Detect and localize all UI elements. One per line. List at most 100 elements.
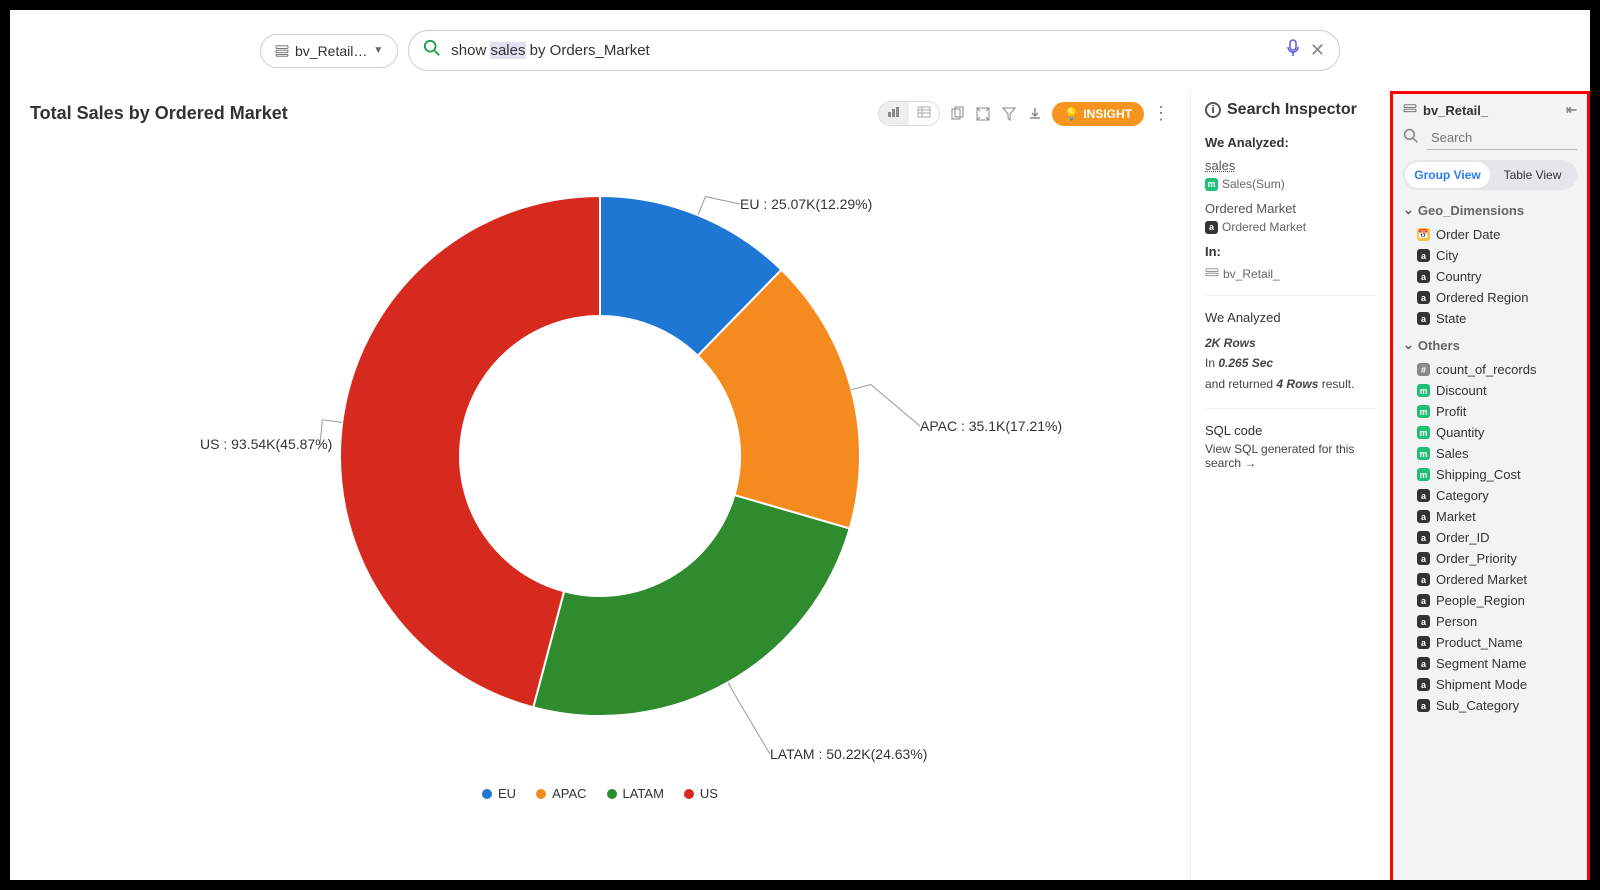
sql-code-label: SQL code [1205, 423, 1376, 438]
field-panel: bv_Retail_ ⇤ Group View Table View ⌄Geo_… [1390, 91, 1590, 880]
field-item[interactable]: aShipment Mode [1403, 674, 1577, 695]
donut-chart[interactable]: EU : 25.07K(12.29%)APAC : 35.1K(17.21%)L… [240, 136, 960, 776]
panel-search-input[interactable] [1427, 126, 1577, 150]
expand-icon[interactable] [974, 105, 992, 123]
field-item[interactable]: mSales [1403, 443, 1577, 464]
field-item[interactable]: a Sub_Category [1403, 695, 1577, 716]
search-bar[interactable]: show sales by Orders_Market ✕ [408, 30, 1340, 71]
field-name: Quantity [1436, 425, 1484, 440]
we-analyzed-label: We Analyzed: [1205, 135, 1376, 150]
group-header[interactable]: ⌄Others [1403, 337, 1577, 353]
legend-item-apac[interactable]: APAC [536, 786, 586, 801]
search-query: show sales by Orders_Market [451, 42, 1276, 59]
table-view-tab[interactable]: Table View [1490, 162, 1575, 188]
field-item[interactable]: aPeople_Region [1403, 590, 1577, 611]
bulb-icon: 💡 [1064, 107, 1079, 121]
chevron-down-icon: ⌄ [1403, 337, 1414, 353]
group-view-tab[interactable]: Group View [1405, 162, 1490, 188]
field-type-icon: # [1417, 363, 1430, 376]
field-item[interactable]: mDiscount [1403, 380, 1577, 401]
field-name: Person [1436, 614, 1477, 629]
database-icon [1403, 104, 1417, 116]
insight-button[interactable]: 💡 INSIGHT [1052, 102, 1144, 126]
in-label: In: [1205, 244, 1376, 259]
inspector-header: i Search Inspector [1205, 101, 1376, 119]
field-item[interactable]: aMarket [1403, 506, 1577, 527]
field-type-icon: a [1417, 573, 1430, 586]
field-type-icon: m [1417, 468, 1430, 481]
field-item[interactable]: #count_of_records [1403, 359, 1577, 380]
field-name: State [1436, 311, 1466, 326]
field-type-icon: a [1417, 552, 1430, 565]
field-item[interactable]: a Segment Name [1403, 653, 1577, 674]
field-type-icon: a [1417, 489, 1430, 502]
panel-view-toggle[interactable]: Group View Table View [1403, 160, 1577, 190]
legend-item-latam[interactable]: LATAM [607, 786, 664, 801]
database-icon [275, 45, 289, 57]
dimension-badge-icon: a [1205, 221, 1218, 234]
table-view-icon[interactable] [909, 102, 939, 125]
analyzed-sales[interactable]: sales [1205, 158, 1376, 173]
field-item[interactable]: aCity [1403, 245, 1577, 266]
search-inspector-panel: i Search Inspector We Analyzed: sales m S… [1190, 91, 1390, 880]
field-item[interactable]: a Category [1403, 485, 1577, 506]
field-item[interactable]: 📅 Order Date [1403, 224, 1577, 245]
search-icon [1403, 128, 1419, 149]
info-icon: i [1205, 102, 1221, 118]
measure-badge-icon: m [1205, 178, 1218, 191]
field-item[interactable]: mShipping_Cost [1403, 464, 1577, 485]
legend-dot-icon [684, 789, 694, 799]
field-type-icon: 📅 [1417, 228, 1430, 241]
view-toggle[interactable] [878, 101, 940, 126]
field-type-icon: a [1417, 510, 1430, 523]
field-name: Country [1436, 269, 1482, 284]
field-item[interactable]: a Person [1403, 611, 1577, 632]
field-type-icon: a [1417, 594, 1430, 607]
donut-slice-latam[interactable] [533, 495, 849, 716]
legend-item-eu[interactable]: EU [482, 786, 516, 801]
field-name: Profit [1436, 404, 1466, 419]
we-analyzed-2: We Analyzed [1205, 310, 1376, 325]
download-icon[interactable] [1026, 105, 1044, 123]
legend-dot-icon [607, 789, 617, 799]
chevron-down-icon: ⌄ [1403, 202, 1414, 218]
slice-label-eu: EU : 25.07K(12.29%) [740, 196, 872, 212]
chart-title: Total Sales by Ordered Market [30, 103, 288, 124]
pin-icon[interactable]: ⇤ [1566, 102, 1577, 118]
group-header[interactable]: ⌄Geo_Dimensions [1403, 202, 1577, 218]
field-name: Segment Name [1436, 656, 1526, 671]
field-type-icon: a [1417, 699, 1430, 712]
field-item[interactable]: aCountry [1403, 266, 1577, 287]
field-item[interactable]: aOrder_Priority [1403, 548, 1577, 569]
field-name: Order Date [1436, 227, 1500, 242]
field-type-icon: a [1417, 657, 1430, 670]
field-type-icon: m [1417, 447, 1430, 460]
source-selector[interactable]: bv_Retail… ▼ [260, 34, 398, 68]
view-sql-link[interactable]: View SQL generated for this search → [1205, 442, 1376, 470]
field-item[interactable]: aOrdered Region [1403, 287, 1577, 308]
clear-search-icon[interactable]: ✕ [1310, 40, 1325, 61]
mic-icon[interactable] [1286, 39, 1300, 62]
field-name: Ordered Market [1436, 572, 1527, 587]
panel-search[interactable] [1403, 126, 1577, 150]
filter-icon[interactable] [1000, 105, 1018, 123]
legend-item-us[interactable]: US [684, 786, 718, 801]
analysis-stats: 2K Rows In 0.265 Sec and returned 4 Rows… [1205, 333, 1376, 394]
field-type-icon: m [1417, 384, 1430, 397]
database-icon [1205, 268, 1219, 280]
field-name: Sub_Category [1436, 698, 1519, 713]
field-item[interactable]: m Quantity [1403, 422, 1577, 443]
field-type-icon: a [1417, 615, 1430, 628]
chart-view-icon[interactable] [879, 102, 909, 125]
copy-icon[interactable] [948, 105, 966, 123]
chart-legend: EU APAC LATAM US [30, 786, 1170, 801]
field-item[interactable]: aState [1403, 308, 1577, 329]
field-item[interactable]: mProfit [1403, 401, 1577, 422]
field-name: Category [1436, 488, 1489, 503]
field-item[interactable]: aProduct_Name [1403, 632, 1577, 653]
field-item[interactable]: aOrder_ID [1403, 527, 1577, 548]
field-type-icon: m [1417, 426, 1430, 439]
more-menu-icon[interactable]: ⋮ [1152, 103, 1170, 124]
field-item[interactable]: a Ordered Market [1403, 569, 1577, 590]
legend-dot-icon [536, 789, 546, 799]
